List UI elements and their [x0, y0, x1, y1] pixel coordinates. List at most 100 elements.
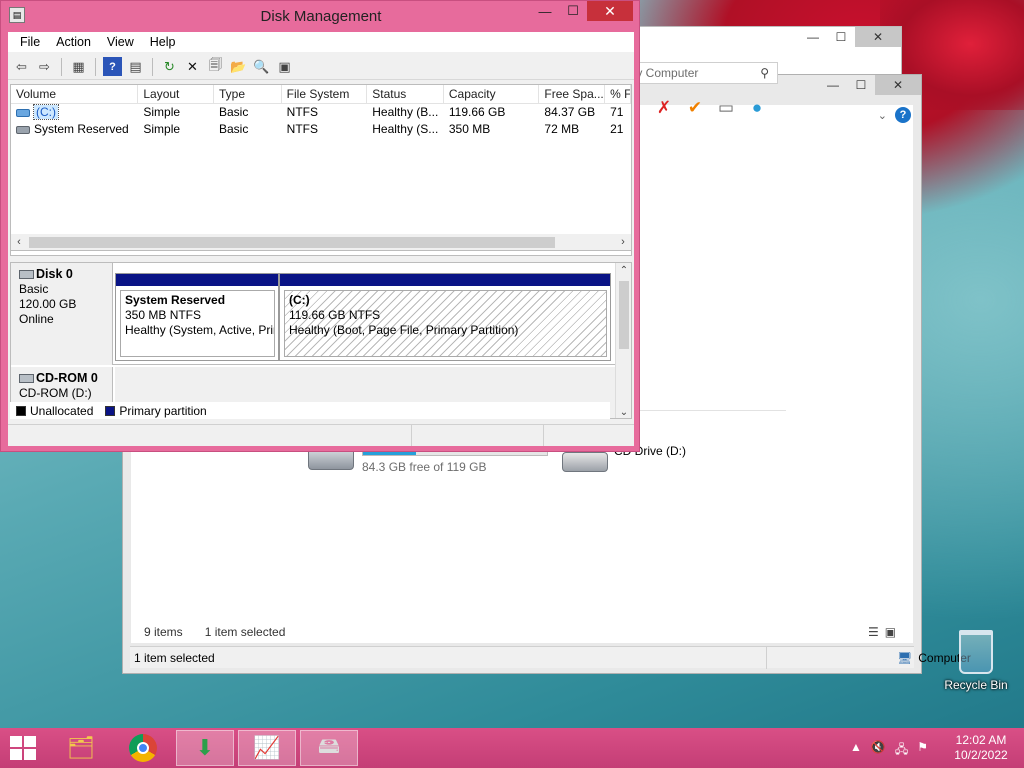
start-button[interactable] — [10, 736, 38, 760]
scroll-thumb[interactable] — [29, 237, 555, 248]
minimize-button[interactable]: — — [819, 75, 847, 95]
rename-icon[interactable]: ▭ — [715, 98, 737, 118]
volume-capacity: 350 MB — [448, 122, 491, 136]
table-row[interactable]: System Reserved Simple Basic NTFS Health… — [11, 121, 631, 138]
scroll-thumb[interactable] — [619, 281, 629, 349]
toolbar-separator — [61, 57, 62, 76]
scroll-left-icon[interactable]: ‹ — [11, 234, 27, 251]
action-center-icon[interactable]: ⚑ — [917, 740, 928, 761]
disk-graphical-view[interactable]: Disk 0 Basic 120.00 GB Online System Res… — [10, 262, 632, 419]
partition-size: 350 MB NTFS — [125, 308, 202, 322]
partition-c[interactable]: (C:) 119.66 GB NTFS Healthy (Boot, Page … — [279, 273, 611, 361]
scroll-right-icon[interactable]: › — [615, 234, 631, 251]
performance-monitor-icon[interactable]: 📈 — [238, 730, 296, 766]
table-row[interactable]: (C:) Simple Basic NTFS Healthy (B... 119… — [11, 104, 631, 121]
ribbon-expand-icon[interactable]: ⌄ — [878, 109, 887, 122]
menu-view[interactable]: View — [107, 35, 134, 49]
network-icon[interactable]: 🖧 — [895, 740, 908, 761]
status-bar — [8, 424, 634, 446]
rescan-disks-icon[interactable]: ▣ — [275, 57, 294, 76]
volume-muted-icon[interactable]: 🔇 — [871, 740, 886, 761]
help-icon[interactable]: ? — [103, 57, 122, 76]
disk-management-window[interactable]: ▤ Disk Management — ☐ ✕ File Action View… — [0, 0, 640, 452]
column-volume[interactable]: Volume — [11, 85, 139, 103]
recycle-bin-label: Recycle Bin — [944, 678, 1008, 692]
cd-drive-icon[interactable] — [562, 452, 608, 472]
statusbar-selection: 1 item selected — [134, 650, 215, 665]
console-tree-icon[interactable]: ▦ — [69, 57, 88, 76]
delete-icon[interactable]: ✗ — [653, 98, 675, 118]
scroll-up-icon[interactable]: ⌃ — [616, 265, 631, 276]
legend-unallocated-swatch — [16, 405, 26, 416]
properties-icon[interactable]: ▤ — [126, 57, 145, 76]
status-pane — [8, 425, 412, 446]
column-status[interactable]: Status — [367, 85, 444, 103]
horizontal-scrollbar[interactable]: ‹ › — [10, 234, 632, 251]
vertical-scrollbar[interactable]: ⌃ ⌄ — [615, 263, 631, 418]
close-button[interactable]: ✕ — [855, 27, 901, 47]
partition-system-reserved[interactable]: System Reserved 350 MB NTFS Healthy (Sys… — [115, 273, 279, 361]
search-icon[interactable]: ⚲ — [760, 66, 769, 80]
column-capacity[interactable]: Capacity — [444, 85, 540, 103]
disk-0-row[interactable]: Disk 0 Basic 120.00 GB Online System Res… — [11, 263, 615, 365]
network-icon[interactable]: ● — [746, 98, 768, 118]
maximize-button[interactable]: ☐ — [847, 75, 875, 95]
volume-capacity: 119.66 GB — [448, 105, 506, 119]
maximize-button[interactable]: ☐ — [559, 1, 587, 21]
volume-list[interactable]: Volume Layout Type File System Status Ca… — [10, 84, 632, 256]
large-icons-view-icon[interactable]: ▣ — [885, 625, 896, 639]
volume-type: Basic — [219, 122, 249, 136]
scroll-down-icon[interactable]: ⌄ — [616, 407, 631, 418]
clock[interactable]: 12:02 AM 10/2/2022 — [950, 733, 1012, 763]
disk-size: 120.00 GB — [19, 297, 77, 311]
column-layout[interactable]: Layout — [138, 85, 214, 103]
drive-free-space: 84.3 GB free of 119 GB — [362, 460, 487, 474]
close-button[interactable]: ✕ — [587, 1, 633, 21]
column-percent-free[interactable]: % F — [605, 85, 631, 103]
chrome-icon[interactable] — [114, 730, 172, 766]
column-free-space[interactable]: Free Spa... — [539, 85, 606, 103]
disk-0-label[interactable]: Disk 0 Basic 120.00 GB Online — [11, 263, 113, 365]
recycle-bin[interactable]: Recycle Bin — [940, 630, 1012, 692]
volume-fs: NTFS — [286, 122, 319, 136]
minimize-button[interactable]: — — [799, 27, 827, 47]
forward-arrow-icon[interactable]: ⇨ — [35, 57, 54, 76]
cdrom-drive-label: CD-ROM (D:) — [19, 386, 92, 400]
volume-name-label: System Reserved — [34, 122, 129, 136]
column-file-system[interactable]: File System — [282, 85, 368, 103]
recycle-bin-icon[interactable] — [959, 630, 993, 674]
minimize-button[interactable]: — — [531, 1, 559, 21]
refresh-icon[interactable]: ↻ — [160, 57, 179, 76]
close-button[interactable]: ✕ — [875, 75, 921, 95]
details-view-icon[interactable]: ☰ — [868, 625, 879, 639]
menu-help[interactable]: Help — [150, 35, 176, 49]
toolbar-separator — [152, 57, 153, 76]
maximize-button[interactable]: ☐ — [827, 27, 855, 47]
properties-sheet-icon[interactable]: 🗐 — [206, 57, 225, 76]
download-app-icon[interactable]: ⬇ — [176, 730, 234, 766]
volume-percent: 21 — [610, 122, 624, 136]
menu-file[interactable]: File — [20, 35, 40, 49]
open-folder-icon[interactable]: 📂 — [229, 57, 248, 76]
volume-name[interactable]: System Reserved — [11, 121, 138, 138]
system-tray: ▲ 🔇 🖧 ⚑ — [850, 740, 928, 761]
toolbar-separator — [95, 57, 96, 76]
menu-action[interactable]: Action — [56, 35, 91, 49]
partition-details: (C:) 119.66 GB NTFS Healthy (Boot, Page … — [284, 290, 607, 357]
volume-name[interactable]: (C:) — [11, 104, 138, 121]
clock-date: 10/2/2022 — [954, 748, 1008, 762]
toolbar: ⇦ ⇨ ▦ ? ▤ ↻ ✕ 🗐 📂 🔍 ▣ — [8, 54, 634, 80]
disk-management-icon[interactable]: 🖴 — [300, 730, 358, 766]
check-icon[interactable]: ✔ — [684, 98, 706, 118]
volume-drive-icon — [16, 125, 30, 134]
partition-name: System Reserved — [125, 293, 226, 307]
column-type[interactable]: Type — [214, 85, 282, 103]
search-disk-icon[interactable]: 🔍 — [252, 57, 271, 76]
back-arrow-icon[interactable]: ⇦ — [12, 57, 31, 76]
show-hidden-icons-icon[interactable]: ▲ — [850, 740, 862, 761]
help-icon[interactable]: ? — [895, 107, 911, 123]
file-explorer-icon[interactable]: 🗂 — [52, 730, 110, 766]
selected-count: 1 item selected — [204, 625, 286, 639]
delete-icon[interactable]: ✕ — [183, 57, 202, 76]
title-bar[interactable]: ▤ Disk Management — ☐ ✕ — [1, 1, 639, 32]
